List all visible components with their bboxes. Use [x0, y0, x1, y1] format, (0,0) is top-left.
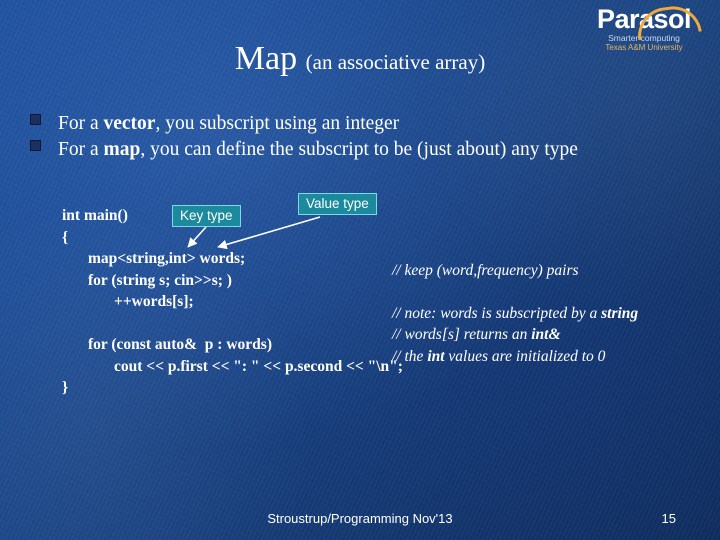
bullet-text: For a vector, you subscript using an int…	[58, 113, 400, 134]
page-title-sub: (an associative array)	[305, 50, 486, 74]
comment-line: // words[s] returns an int&	[392, 326, 561, 343]
callout-value-type: Value type	[298, 193, 377, 215]
comment-spacer	[392, 282, 638, 303]
bullet-text: For a map, you can define the subscript …	[58, 139, 578, 160]
page-title-main: Map	[234, 40, 306, 77]
slide: Parasol Smarter computing Texas A&M Univ…	[0, 0, 720, 540]
list-item: For a vector, you subscript using an int…	[30, 111, 710, 136]
code-line: for (string s; cin>>s; )	[88, 271, 232, 289]
footer-text: Stroustrup/Programming Nov'13	[267, 511, 453, 526]
code-line: cout << p.first << ": " << p.second << "…	[114, 357, 403, 375]
code-line: }	[62, 379, 69, 396]
comment-line: // keep (word,frequency) pairs	[392, 262, 579, 279]
comment-line: // the int values are initialized to 0	[392, 347, 606, 365]
page-number: 15	[661, 511, 676, 526]
bullet-square-icon	[30, 114, 41, 125]
comment-line: // note: words is subscripted by a strin…	[392, 304, 639, 322]
code-comments: // keep (word,frequency) pairs // note: …	[392, 260, 638, 367]
callout-key-type: Key type	[172, 205, 241, 227]
code-line: ++words[s];	[114, 293, 194, 310]
code-line: for (const auto& p : words)	[88, 336, 272, 353]
list-item: For a map, you can define the subscript …	[30, 137, 710, 162]
bullet-square-icon	[30, 140, 41, 151]
page-title: Map (an associative array)	[0, 40, 720, 78]
bullet-list: For a vector, you subscript using an int…	[30, 111, 710, 163]
